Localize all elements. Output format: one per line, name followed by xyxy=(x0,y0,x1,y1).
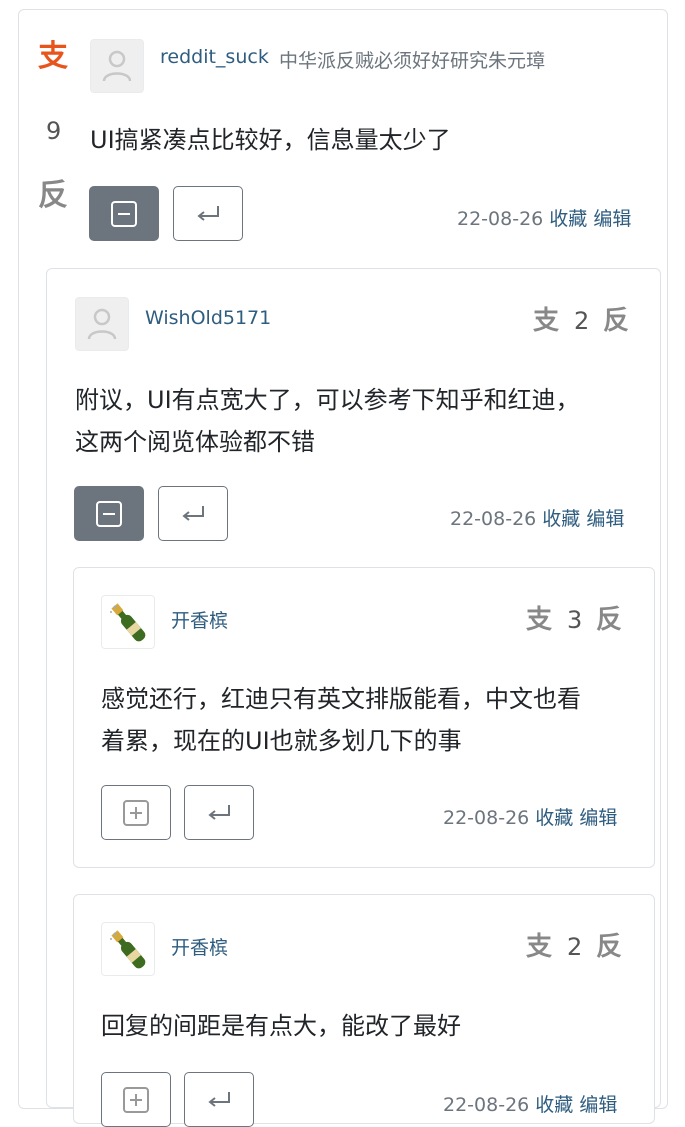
edit-link[interactable]: 编辑 xyxy=(579,807,617,829)
comment-text-line: 着累，现在的UI也就多划几下的事 xyxy=(101,727,462,755)
champagne-bottle-icon xyxy=(110,603,146,642)
vote-score: 9 xyxy=(46,117,62,145)
comment-meta: 22-08-26 收藏 编辑 xyxy=(443,1090,617,1117)
comment-meta: 22-08-26 收藏 编辑 xyxy=(450,504,624,531)
comment-date: 22-08-26 xyxy=(450,508,537,530)
user-bio: 中华派反贼必须好好研究朱元璋 xyxy=(279,50,546,72)
reply-button[interactable] xyxy=(184,785,254,840)
edit-link[interactable]: 编辑 xyxy=(593,208,631,230)
reply-arrow-icon xyxy=(182,505,204,521)
reply-arrow-icon xyxy=(197,205,219,221)
user-avatar[interactable] xyxy=(101,595,155,649)
collect-link[interactable]: 收藏 xyxy=(549,208,587,230)
username-link[interactable]: reddit_suck xyxy=(160,46,269,68)
edit-link[interactable]: 编辑 xyxy=(579,1094,617,1116)
comment-date: 22-08-26 xyxy=(443,807,530,829)
vote-score: 3 xyxy=(567,606,583,634)
collapse-button[interactable] xyxy=(74,486,144,541)
comment-text-line: 感觉还行，红迪只有英文排版能看，中文也看 xyxy=(101,685,581,713)
comment-meta: 22-08-26 收藏 编辑 xyxy=(443,803,617,830)
downvote-button[interactable]: 反 xyxy=(596,607,622,633)
username-link[interactable]: 开香槟 xyxy=(171,606,228,633)
edit-link[interactable]: 编辑 xyxy=(586,508,624,530)
downvote-button[interactable]: 反 xyxy=(596,934,622,960)
reply-button[interactable] xyxy=(173,186,243,241)
comment-date: 22-08-26 xyxy=(457,208,544,230)
minus-square-icon xyxy=(96,500,122,527)
comment-text: 回复的间距是有点大，能改了最好 xyxy=(101,1012,461,1040)
downvote-button[interactable]: 反 xyxy=(603,308,629,334)
reply-arrow-icon xyxy=(208,804,230,820)
collect-link[interactable]: 收藏 xyxy=(535,1094,573,1116)
username-link[interactable]: WishOld5171 xyxy=(145,307,271,329)
collect-link[interactable]: 收藏 xyxy=(542,508,580,530)
reply-button[interactable] xyxy=(158,486,228,541)
username-link[interactable]: 开香槟 xyxy=(171,933,228,960)
comment-meta: 22-08-26 收藏 编辑 xyxy=(457,204,631,231)
comment-text: 附议，UI有点宽大了，可以参考下知乎和红迪， 这两个阅览体验都不错 xyxy=(75,379,580,463)
user-silhouette-icon xyxy=(87,308,117,340)
champagne-bottle-icon xyxy=(110,930,146,969)
upvote-button[interactable]: 支 xyxy=(533,308,559,334)
comment-text-line: 这两个阅览体验都不错 xyxy=(75,428,315,456)
comment-date: 22-08-26 xyxy=(443,1094,530,1116)
user-avatar[interactable] xyxy=(75,297,129,351)
collect-link[interactable]: 收藏 xyxy=(535,807,573,829)
upvote-button[interactable]: 支 xyxy=(38,42,68,72)
comment-text: 感觉还行，红迪只有英文排版能看，中文也看 着累，现在的UI也就多划几下的事 xyxy=(101,678,581,762)
plus-square-icon xyxy=(123,1086,149,1113)
expand-button[interactable] xyxy=(101,1072,171,1127)
expand-button[interactable] xyxy=(101,785,171,840)
comment-text-line: 附议，UI有点宽大了，可以参考下知乎和红迪， xyxy=(75,386,580,414)
user-avatar[interactable] xyxy=(90,39,144,93)
user-avatar[interactable] xyxy=(101,922,155,976)
collapse-button[interactable] xyxy=(89,186,159,241)
vote-score: 2 xyxy=(574,307,590,335)
upvote-button[interactable]: 支 xyxy=(526,607,552,633)
vote-score: 2 xyxy=(567,933,583,961)
minus-square-icon xyxy=(111,200,137,227)
comment-text: UI搞紧凑点比较好，信息量太少了 xyxy=(90,126,451,154)
upvote-button[interactable]: 支 xyxy=(526,934,552,960)
user-silhouette-icon xyxy=(102,50,132,82)
plus-square-icon xyxy=(123,799,149,826)
downvote-button[interactable]: 反 xyxy=(38,181,68,211)
reply-button[interactable] xyxy=(184,1072,254,1127)
reply-arrow-icon xyxy=(208,1091,230,1107)
